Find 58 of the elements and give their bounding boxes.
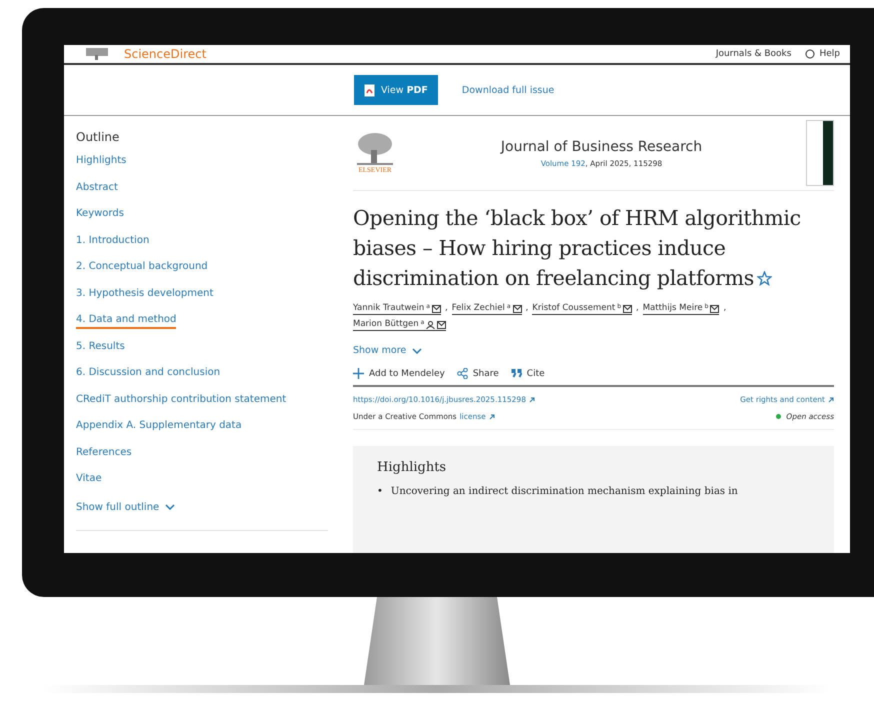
show-full-outline-link[interactable]: Show full outline — [76, 502, 176, 512]
outline-link[interactable]: Highlights — [76, 155, 126, 168]
outline-link[interactable]: 6. Discussion and conclusion — [76, 367, 220, 380]
share-button[interactable]: Share — [456, 368, 499, 379]
envelope-icon — [437, 321, 446, 329]
envelope-icon — [623, 305, 632, 313]
outline-link[interactable]: Appendix A. Supplementary data — [76, 420, 242, 433]
outline-link[interactable]: 2. Conceptual background — [76, 261, 208, 274]
outline-link[interactable]: 1. Introduction — [76, 234, 150, 248]
outline-link[interactable]: 5. Results — [76, 340, 125, 354]
header-link[interactable]: Journals & Books — [716, 49, 792, 59]
chevron-down-icon — [165, 504, 176, 510]
site-logo-text[interactable]: ScienceDirect — [124, 47, 702, 61]
view-pdf-button[interactable]: View PDF — [354, 75, 438, 105]
envelope-icon — [710, 305, 720, 313]
author-link[interactable]: Yannik Trautwein $^{a}$ — [353, 303, 441, 315]
outline-link[interactable]: 3. Hypothesis development — [76, 288, 214, 300]
outline-link[interactable]: CRediT authorship contribution statement — [76, 394, 286, 406]
bullet-mark: • — [377, 485, 383, 499]
envelope-icon — [512, 305, 522, 313]
outline-link[interactable]: Abstract — [76, 182, 118, 194]
comma: , — [723, 303, 726, 315]
external-link-icon — [528, 396, 535, 402]
author-link[interactable]: Kristof Coussement $^{b}$ — [532, 303, 632, 315]
outline-link[interactable]: References — [76, 446, 132, 460]
show-more-link[interactable]: Show more — [353, 345, 422, 356]
share-icon — [456, 368, 468, 379]
article-title: Opening the ‘black box’ of HRM algorithmic biases – How hiring practices induce discrimination on freelancing platforms — [353, 205, 802, 292]
external-link-icon — [488, 414, 495, 420]
header-link[interactable]: Help — [805, 49, 840, 59]
download-link[interactable]: Download full issue — [462, 84, 554, 96]
comma: , — [444, 303, 448, 315]
journal-title[interactable]: Journal of Business Research — [500, 138, 702, 154]
envelope-icon — [432, 305, 441, 313]
chevron-down-icon — [412, 348, 422, 354]
author-link[interactable]: Matthijs Meire $^{b}$ — [642, 303, 720, 315]
plus-icon — [353, 368, 364, 379]
highlights-heading: Highlights — [377, 460, 448, 475]
author-link[interactable]: Felix Zechiel $^{a}$ — [452, 303, 522, 315]
add-button[interactable]: Add to Mendeley — [353, 368, 445, 379]
outline-link[interactable]: Keywords — [76, 208, 124, 221]
comma: , — [526, 303, 528, 315]
outline-link[interactable]: Vitae — [76, 473, 102, 486]
open-access-dot — [776, 414, 782, 419]
tree-engraving-icon — [355, 132, 395, 166]
help-icon — [805, 49, 816, 59]
comma: , — [636, 303, 639, 315]
outline-heading: Outline — [76, 130, 120, 144]
quote-icon — [510, 368, 522, 379]
journal-cover-thumbnail[interactable] — [806, 120, 834, 186]
star-icon[interactable] — [757, 271, 772, 286]
cite-button[interactable]: Cite — [510, 368, 545, 379]
external-link-icon — [828, 396, 834, 402]
author-link[interactable]: Marion Büttgen $^{a}$ — [353, 319, 446, 331]
pdf-file-icon — [364, 84, 375, 96]
outline-link[interactable]: 4. Data and method — [76, 314, 176, 329]
highlight-item: Uncovering an indirect discrimination mechanism explaining bias in — [390, 485, 738, 499]
person-icon — [426, 321, 436, 329]
